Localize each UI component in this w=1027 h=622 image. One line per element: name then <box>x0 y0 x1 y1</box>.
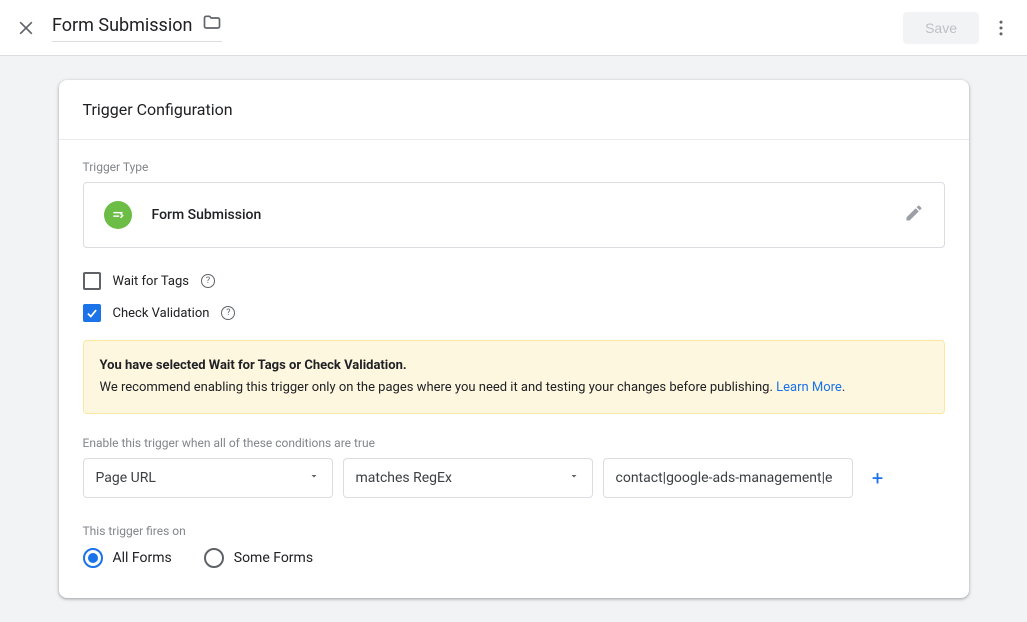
form-submission-icon <box>104 201 132 229</box>
card-title: Trigger Configuration <box>59 80 969 140</box>
wait-for-tags-label: Wait for Tags <box>113 274 189 289</box>
warning-body-line: We recommend enabling this trigger only … <box>100 377 928 399</box>
header-right: Save <box>903 12 1011 44</box>
header-left: Form Submission <box>16 13 222 42</box>
title-wrap: Form Submission <box>52 13 222 42</box>
page-title[interactable]: Form Submission <box>52 15 192 36</box>
condition-operator-select[interactable]: matches RegEx <box>343 458 593 498</box>
conditions-row: Page URL matches RegEx + <box>83 458 945 498</box>
warning-period: . <box>842 380 845 395</box>
radio-some-label: Some Forms <box>234 550 313 566</box>
fires-on-label: This trigger fires on <box>83 524 945 538</box>
conditions-label: Enable this trigger when all of these co… <box>83 436 945 450</box>
radio-indicator <box>204 548 224 568</box>
radio-all-forms[interactable]: All Forms <box>83 548 172 568</box>
page-header: Form Submission Save <box>0 0 1027 56</box>
fires-on-radios: All Forms Some Forms <box>83 548 945 568</box>
chevron-down-icon <box>568 470 580 486</box>
save-button[interactable]: Save <box>903 12 979 44</box>
condition-value-input[interactable] <box>616 470 840 486</box>
trigger-type-name: Form Submission <box>152 207 262 223</box>
condition-variable-value: Page URL <box>96 470 156 486</box>
chevron-down-icon <box>308 470 320 486</box>
radio-indicator <box>83 548 103 568</box>
check-validation-row: Check Validation ? <box>83 304 945 322</box>
warning-body: We recommend enabling this trigger only … <box>100 380 777 395</box>
card-body: Trigger Type Form Submission Wait for Ta… <box>59 140 969 568</box>
kebab-icon <box>991 18 1011 38</box>
trigger-type-left: Form Submission <box>104 201 262 229</box>
more-options-button[interactable] <box>991 18 1011 38</box>
folder-icon[interactable] <box>202 13 222 37</box>
config-card: Trigger Configuration Trigger Type Form … <box>59 80 969 598</box>
warning-box: You have selected Wait for Tags or Check… <box>83 340 945 414</box>
condition-value-field[interactable] <box>603 458 853 498</box>
condition-variable-select[interactable]: Page URL <box>83 458 333 498</box>
wait-for-tags-checkbox[interactable] <box>83 272 101 290</box>
check-validation-checkbox[interactable] <box>83 304 101 322</box>
trigger-type-label: Trigger Type <box>83 160 945 174</box>
checkmark-icon <box>85 306 99 320</box>
close-button[interactable] <box>16 18 36 38</box>
edit-icon[interactable] <box>904 203 924 227</box>
radio-some-forms[interactable]: Some Forms <box>204 548 313 568</box>
condition-operator-value: matches RegEx <box>356 470 452 486</box>
help-icon[interactable]: ? <box>221 306 235 320</box>
close-icon <box>16 18 36 38</box>
learn-more-link[interactable]: Learn More <box>776 380 842 395</box>
warning-title: You have selected Wait for Tags or Check… <box>100 355 928 377</box>
help-icon[interactable]: ? <box>201 274 215 288</box>
radio-all-label: All Forms <box>113 550 172 566</box>
add-condition-button[interactable]: + <box>863 466 893 490</box>
check-validation-label: Check Validation <box>113 306 210 321</box>
trigger-type-selector[interactable]: Form Submission <box>83 182 945 248</box>
wait-for-tags-row: Wait for Tags ? <box>83 272 945 290</box>
